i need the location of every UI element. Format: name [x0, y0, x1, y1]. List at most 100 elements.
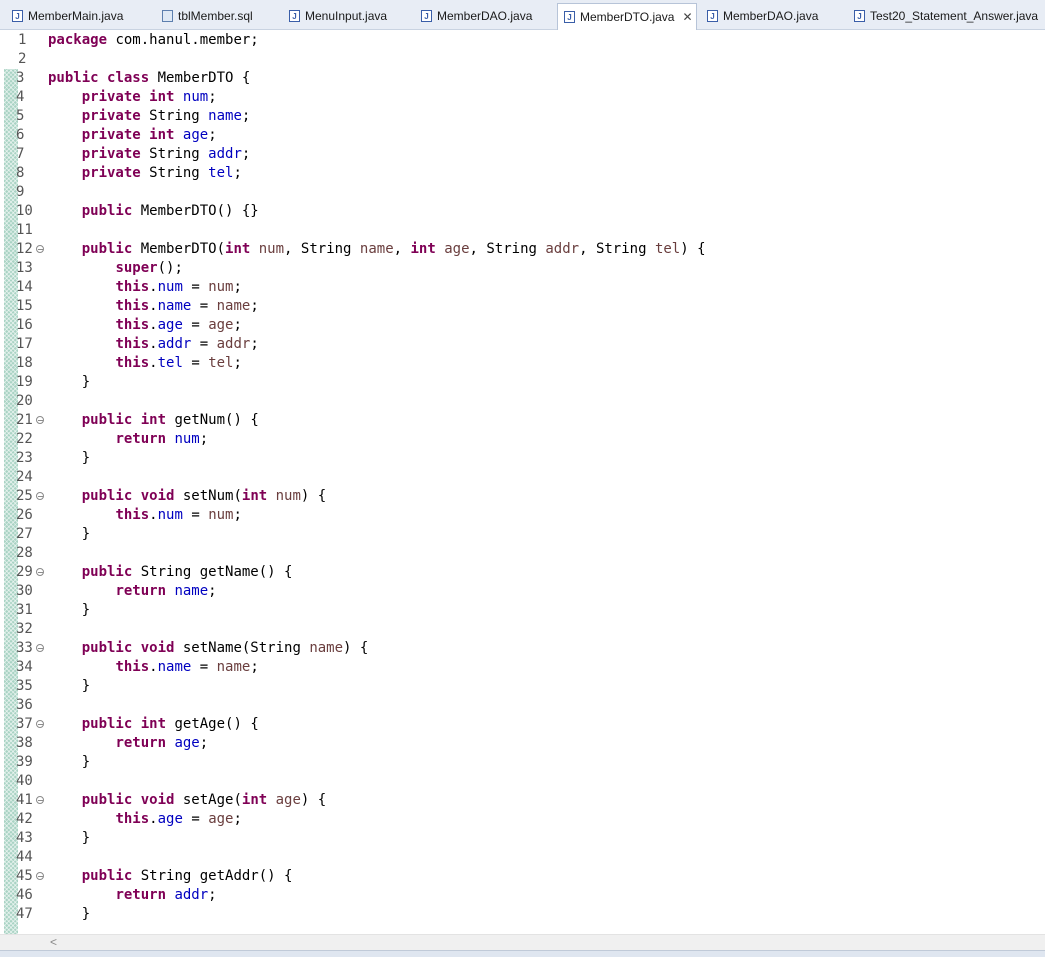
code-line[interactable]: } [48, 601, 90, 620]
code-line[interactable]: public MemberDTO() {} [48, 202, 259, 221]
code-line[interactable]: } [48, 373, 90, 392]
code-text: } [48, 906, 91, 922]
tab-test20-statement-answer-java[interactable]: J Test20_Statement_Answer.java [848, 3, 1043, 29]
tab-label: MemberDAO.java [723, 9, 819, 23]
scroll-left-arrow-icon[interactable]: < [50, 935, 57, 950]
fold-collapse-icon[interactable] [36, 492, 44, 500]
code-line[interactable]: public MemberDTO(int num, String name, i… [48, 240, 706, 259]
tab-membermain-java[interactable]: J MemberMain.java [6, 3, 146, 29]
code-line[interactable]: public void setName(String name) { [48, 639, 369, 658]
code-text: = [182, 279, 209, 295]
code-line[interactable]: public int getNum() { [48, 411, 259, 430]
tab-memberdao-java[interactable]: J MemberDAO.java [701, 3, 841, 29]
keyword: void [140, 792, 175, 808]
code-line[interactable]: return addr; [48, 886, 216, 905]
code-line[interactable]: private int age; [48, 126, 217, 145]
code-line[interactable]: public class MemberDTO { [48, 69, 250, 88]
field-name: tel [157, 355, 183, 371]
line-number: 21 [16, 412, 33, 428]
keyword: public [81, 564, 133, 580]
code-line[interactable]: return name; [48, 582, 216, 601]
tab-memberdto-java[interactable]: J MemberDTO.java ✕ [557, 3, 697, 30]
fold-collapse-icon[interactable] [36, 245, 44, 253]
parameter-name: tel [654, 241, 681, 257]
code-line[interactable]: } [48, 905, 90, 924]
code-line[interactable]: package com.hanul.member; [48, 31, 259, 50]
code-line[interactable]: return num; [48, 430, 208, 449]
code-text: ; [199, 735, 209, 751]
code-line[interactable]: } [48, 829, 90, 848]
field-name: name [174, 583, 209, 599]
parameter-name: tel [208, 355, 234, 371]
code-line[interactable]: private String addr; [48, 145, 251, 164]
fold-collapse-icon[interactable] [36, 568, 44, 576]
code-line[interactable]: } [48, 525, 90, 544]
field-name: tel [208, 165, 234, 181]
code-text: ) { [680, 241, 706, 257]
code-text: , String [579, 241, 655, 257]
line-number: 46 [16, 887, 33, 903]
fold-collapse-icon[interactable] [36, 720, 44, 728]
code-text: ; [208, 89, 217, 105]
code-line[interactable]: return age; [48, 734, 208, 753]
code-line[interactable]: } [48, 677, 90, 696]
tab-tblmember-sql[interactable]: tblMember.sql [156, 3, 276, 29]
code-text: MemberDTO( [132, 241, 226, 257]
code-text: = [182, 317, 209, 333]
code-line[interactable]: public void setNum(int num) { [48, 487, 327, 506]
keyword: public [81, 203, 133, 219]
tab-memberdao-java[interactable]: J MemberDAO.java [415, 3, 550, 29]
code-text: } [48, 830, 91, 846]
keyword: public [81, 716, 133, 732]
field-name: addr [208, 146, 242, 162]
keyword: return [115, 431, 167, 447]
fold-collapse-icon[interactable] [36, 416, 44, 424]
code-line[interactable]: public String getName() { [48, 563, 293, 582]
code-line[interactable]: } [48, 753, 90, 772]
code-line[interactable]: this.age = age; [48, 810, 241, 829]
line-number: 17 [16, 336, 33, 352]
fold-collapse-icon[interactable] [36, 796, 44, 804]
horizontal-scrollbar[interactable]: < [0, 934, 1045, 950]
keyword: public [81, 640, 133, 656]
keyword: int [410, 241, 436, 257]
code-line[interactable]: private int num; [48, 88, 217, 107]
fold-collapse-icon[interactable] [36, 644, 44, 652]
code-line[interactable]: this.num = num; [48, 278, 241, 297]
tab-menuinput-java[interactable]: J MenuInput.java [283, 3, 408, 29]
code-line[interactable]: this.addr = addr; [48, 335, 258, 354]
code-line[interactable]: public int getAge() { [48, 715, 259, 734]
code-line[interactable]: } [48, 449, 90, 468]
code-line[interactable]: this.name = name; [48, 658, 258, 677]
close-tab-icon[interactable]: ✕ [682, 10, 692, 24]
code-line[interactable]: this.tel = tel; [48, 354, 241, 373]
code-line[interactable]: this.num = num; [48, 506, 241, 525]
field-name: name [157, 298, 192, 314]
code-line[interactable]: super(); [48, 259, 182, 278]
code-line[interactable]: this.age = age; [48, 316, 241, 335]
code-line[interactable]: private String tel; [48, 164, 242, 183]
tab-label: Test20_Statement_Answer.java [870, 9, 1039, 23]
code-line[interactable]: public String getAddr() { [48, 867, 293, 886]
code-editor[interactable]: 1234567891011121314151617181920212223242… [0, 31, 1045, 934]
code-line[interactable]: private String name; [48, 107, 251, 126]
code-line[interactable]: this.name = name; [48, 297, 258, 316]
line-number: 47 [16, 906, 33, 922]
fold-collapse-icon[interactable] [36, 872, 44, 880]
line-number: 15 [16, 298, 33, 314]
code-line[interactable]: public void setAge(int age) { [48, 791, 327, 810]
line-number-gutter: 1234567891011121314151617181920212223242… [0, 31, 44, 934]
line-number: 35 [16, 678, 33, 694]
